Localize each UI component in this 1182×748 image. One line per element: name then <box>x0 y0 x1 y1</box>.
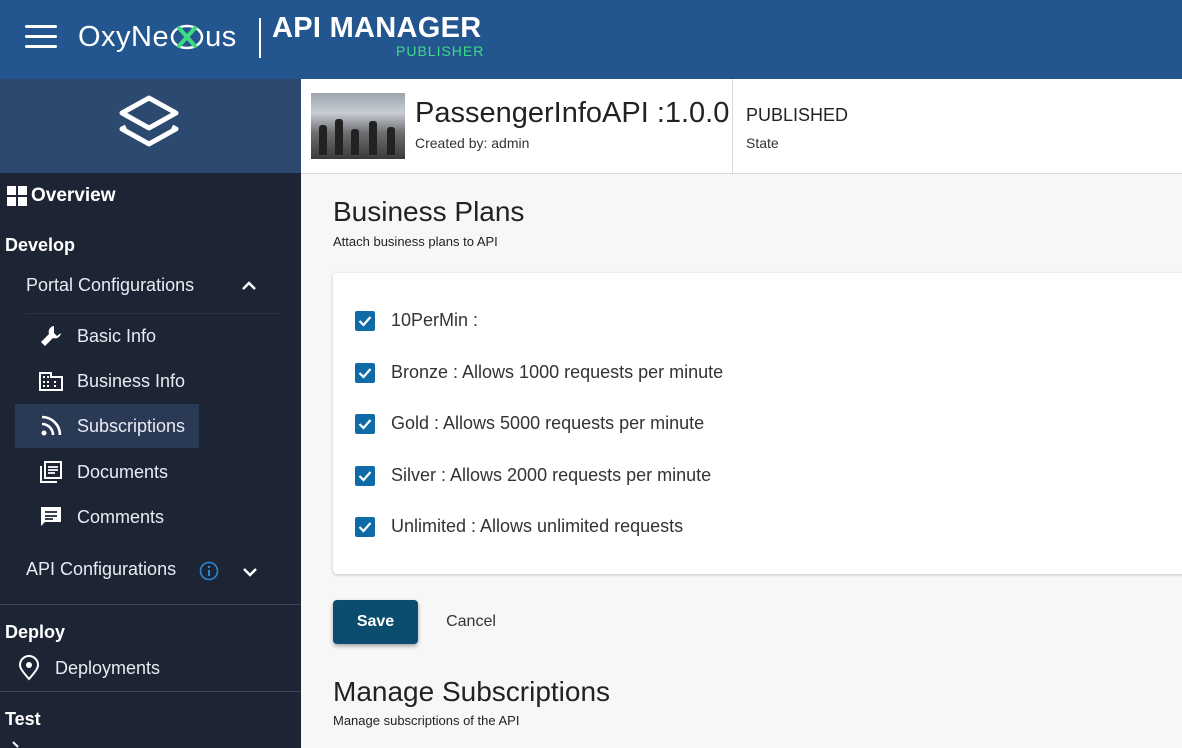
plan-label: Gold : Allows 5000 requests per minute <box>391 413 705 433</box>
header-divider <box>732 79 733 174</box>
save-button[interactable]: Save <box>333 600 418 644</box>
business-plans-subtitle: Attach business plans to API <box>333 234 498 249</box>
sidebar-item-basic-info[interactable]: Basic Info <box>38 316 156 356</box>
checkbox-checked-icon[interactable] <box>355 362 375 383</box>
brand-suffix: us <box>205 20 237 53</box>
sidebar-item-label: Basic Info <box>77 325 157 346</box>
checkbox-checked-icon[interactable] <box>355 465 375 486</box>
sidebar-item-label: Subscriptions <box>77 415 186 436</box>
top-bar: OxyNe us API MANAGER PUBLISHER <box>0 0 1182 79</box>
checkbox-checked-icon[interactable] <box>355 516 375 537</box>
group-portal-configurations[interactable]: Portal Configurations <box>26 275 194 296</box>
comment-icon <box>38 504 64 530</box>
nav-overview[interactable]: Overview <box>7 185 116 207</box>
hamburger-menu-icon[interactable] <box>25 25 57 49</box>
section-test: Test <box>5 709 41 729</box>
building-icon <box>38 368 64 394</box>
layers-icon <box>119 95 179 147</box>
group-api-configurations-label: API Configurations <box>26 559 177 579</box>
cancel-button[interactable]: Cancel <box>432 600 510 644</box>
brand-divider <box>259 18 261 58</box>
checkbox-checked-icon[interactable] <box>355 413 375 434</box>
wrench-icon <box>38 323 64 349</box>
manage-subscriptions-title: Manage Subscriptions <box>333 676 611 707</box>
plan-label: 10PerMin : <box>391 310 479 330</box>
section-develop: Develop <box>5 235 76 255</box>
plan-label: Bronze : Allows 1000 requests per minute <box>391 362 724 382</box>
info-icon[interactable] <box>199 561 219 581</box>
group-portal-configurations-label: Portal Configurations <box>26 275 195 295</box>
nav-overview-label: Overview <box>31 185 116 206</box>
plan-checkbox-row[interactable]: Bronze : Allows 1000 requests per minute <box>355 362 723 383</box>
state-value: PUBLISHED <box>746 105 849 125</box>
sidebar-item-deployments[interactable]: Deployments <box>16 648 160 688</box>
sidebar-item-documents[interactable]: Documents <box>38 452 168 492</box>
sidebar-item-label: Comments <box>77 506 165 527</box>
chevron-down-icon[interactable] <box>242 566 258 578</box>
sidebar-item-label: Documents <box>77 461 169 482</box>
plan-checkbox-row[interactable]: Unlimited : Allows unlimited requests <box>355 516 683 537</box>
api-name: PassengerInfoAPI :1.0.0 <box>415 97 730 129</box>
sidebar-item-subscriptions[interactable]: Subscriptions <box>15 404 199 448</box>
sidebar: Overview Develop Portal Configurations B… <box>0 79 301 748</box>
chevron-right-icon[interactable] <box>10 741 22 748</box>
chevron-up-icon[interactable] <box>241 280 257 292</box>
business-plans-card: 10PerMin : Bronze : Allows 1000 requests… <box>333 273 1182 574</box>
documents-icon <box>38 459 64 485</box>
dashboard-icon <box>7 186 27 206</box>
created-by: Created by: admin <box>415 135 530 151</box>
rss-icon <box>38 413 64 439</box>
app-name: API MANAGER <box>272 12 482 44</box>
api-logo-box <box>0 79 301 173</box>
brand-logo: OxyNe us <box>78 20 237 54</box>
sidebar-divider <box>0 691 301 692</box>
sidebar-item-label: Deployments <box>55 657 161 678</box>
section-deploy: Deploy <box>5 622 66 642</box>
plan-checkbox-row[interactable]: Silver : Allows 2000 requests per minute <box>355 465 711 486</box>
state-label: State <box>746 135 779 151</box>
sidebar-item-comments[interactable]: Comments <box>38 497 164 537</box>
plan-checkbox-row[interactable]: Gold : Allows 5000 requests per minute <box>355 413 704 434</box>
app-subtitle: PUBLISHER <box>396 43 485 59</box>
location-pin-icon <box>16 655 42 681</box>
plan-label: Unlimited : Allows unlimited requests <box>391 516 684 536</box>
sidebar-item-label: Business Info <box>77 370 186 391</box>
business-plans-title: Business Plans <box>333 196 525 227</box>
api-thumbnail <box>311 93 405 159</box>
api-header: PassengerInfoAPI :1.0.0 Created by: admi… <box>301 79 1182 174</box>
group-api-configurations[interactable]: API Configurations <box>26 559 176 580</box>
checkbox-checked-icon[interactable] <box>355 310 375 331</box>
brand-x-icon <box>170 20 204 54</box>
sidebar-divider <box>0 604 301 605</box>
sidebar-item-business-info[interactable]: Business Info <box>38 361 185 401</box>
brand-prefix: OxyNe <box>78 20 170 53</box>
manage-subscriptions-subtitle: Manage subscriptions of the API <box>333 713 520 728</box>
plan-checkbox-row[interactable]: 10PerMin : <box>355 310 478 331</box>
plan-label: Silver : Allows 2000 requests per minute <box>391 465 712 485</box>
portal-divider <box>26 313 280 314</box>
